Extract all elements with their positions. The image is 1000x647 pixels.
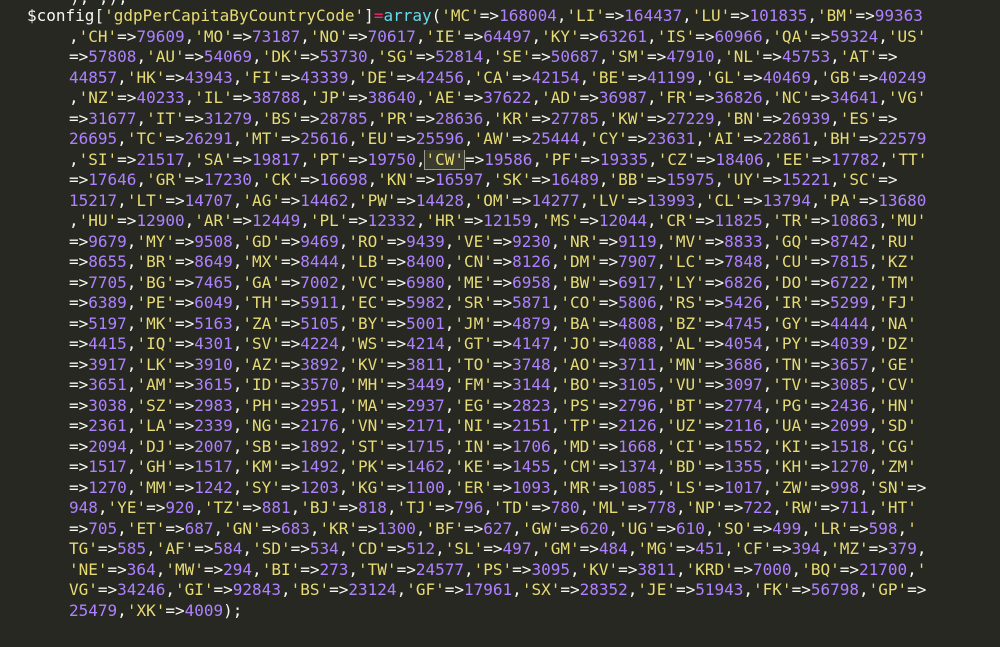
code-line[interactable]: =>3917,'LK'=>3910,'AZ'=>3892,'KV'=>3811,… bbox=[69, 355, 917, 376]
code-line[interactable]: 25479,'XK'=>4009); bbox=[69, 601, 242, 622]
code-line[interactable]: =>705,'ET'=>687,'GN'=>683,'KR'=>1300,'BF… bbox=[69, 519, 917, 540]
code-line[interactable]: 26695,'TC'=>26291,'MT'=>25616,'EU'=>2559… bbox=[69, 129, 926, 150]
code-line[interactable]: =>3651,'AM'=>3615,'ID'=>3570,'MH'=>3449,… bbox=[69, 375, 917, 396]
code-line[interactable]: TG'=>585,'AF'=>584,'SD'=>534,'CD'=>512,'… bbox=[69, 539, 926, 560]
code-line[interactable]: =>1270,'MM'=>1242,'SY'=>1203,'KG'=>1100,… bbox=[69, 478, 926, 499]
code-line[interactable]: ,'CH'=>79609,'MO'=>73187,'NO'=>70617,'IE… bbox=[69, 27, 926, 48]
code-line[interactable]: 948,'YE'=>920,'TZ'=>881,'BJ'=>818,'TJ'=>… bbox=[69, 498, 917, 519]
code-line[interactable]: 15217,'LT'=>14707,'AG'=>14462,'PW'=>1442… bbox=[69, 191, 926, 212]
code-line[interactable]: =>17646,'GR'=>17230,'CK'=>16698,'KN'=>16… bbox=[69, 170, 898, 191]
code-line[interactable]: =>2361,'LA'=>2339,'NG'=>2176,'VN'=>2171,… bbox=[69, 416, 917, 437]
code-line[interactable]: =>5197,'MK'=>5163,'ZA'=>5105,'BY'=>5001,… bbox=[69, 314, 917, 335]
code-line[interactable]: =>9679,'MY'=>9508,'GD'=>9469,'RO'=>9439,… bbox=[69, 232, 917, 253]
code-line[interactable]: =>57808,'AU'=>54069,'DK'=>53730,'SG'=>52… bbox=[69, 47, 898, 68]
code-line[interactable]: ,'HU'=>12900,'AR'=>12449,'PL'=>12332,'HR… bbox=[69, 211, 926, 232]
code-line[interactable]: =>3038,'SZ'=>2983,'PH'=>2951,'MA'=>2937,… bbox=[69, 396, 917, 417]
code-line[interactable]: =>31677,'IT'=>31279,'BS'=>28785,'PR'=>28… bbox=[69, 109, 898, 130]
code-line[interactable]: $config['gdpPerCapitaByCountryCode']=arr… bbox=[27, 6, 923, 27]
code-line[interactable]: =>2094,'DJ'=>2007,'SB'=>1892,'ST'=>1715,… bbox=[69, 437, 917, 458]
code-line[interactable]: ,'NZ'=>40233,'IL'=>38788,'JP'=>38640,'AE… bbox=[69, 88, 926, 109]
code-editor[interactable]: ),',), $config['gdpPerCapitaByCountryCod… bbox=[0, 0, 1000, 647]
code-line[interactable]: =>6389,'PE'=>6049,'TH'=>5911,'EC'=>5982,… bbox=[69, 293, 917, 314]
code-line[interactable]: =>1517,'GH'=>1517,'KM'=>1492,'PK'=>1462,… bbox=[69, 457, 917, 478]
code-line[interactable]: 'NE'=>364,'MW'=>294,'BI'=>273,'TW'=>2457… bbox=[69, 560, 926, 581]
code-line[interactable]: =>8655,'BR'=>8649,'MX'=>8444,'LB'=>8400,… bbox=[69, 252, 917, 273]
code-line[interactable]: VG'=>34246,'GI'=>92843,'BS'=>23124,'GF'=… bbox=[69, 580, 926, 601]
code-line[interactable]: =>7705,'BG'=>7465,'GA'=>7002,'VC'=>6980,… bbox=[69, 273, 917, 294]
code-line[interactable]: =>4415,'IQ'=>4301,'SV'=>4224,'WS'=>4214,… bbox=[69, 334, 917, 355]
code-line[interactable]: 44857,'HK'=>43943,'FI'=>43339,'DE'=>4245… bbox=[69, 68, 926, 89]
code-line[interactable]: ,'SI'=>21517,'SA'=>19817,'PT'=>19750,'CW… bbox=[69, 149, 927, 171]
